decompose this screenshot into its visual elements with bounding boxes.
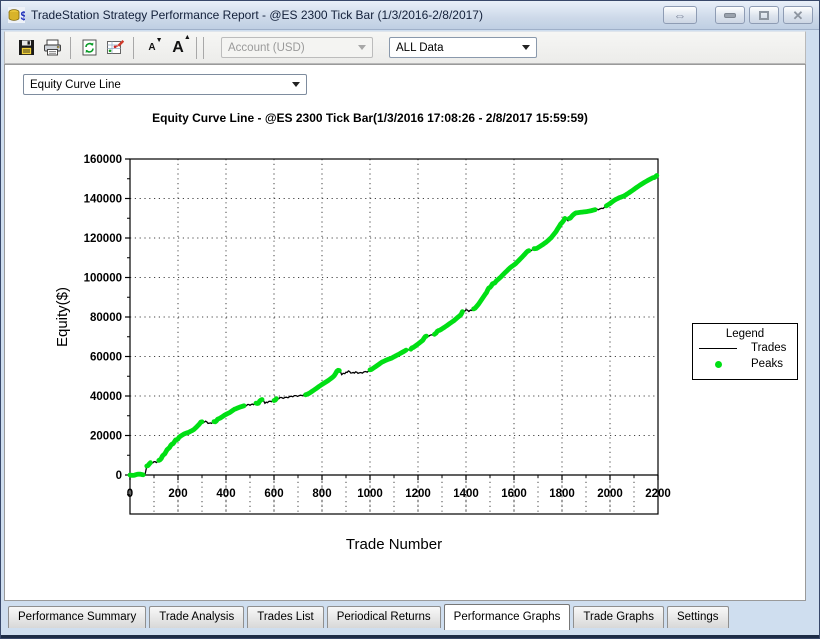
app-icon: $ — [8, 7, 25, 23]
restore-icon — [759, 11, 769, 20]
tab-trade-analysis[interactable]: Trade Analysis — [149, 606, 244, 628]
window-bottom-edge — [1, 635, 819, 638]
minimize-button[interactable] — [715, 6, 745, 24]
legend-title: Legend — [693, 328, 797, 340]
x-tick-label: 2000 — [597, 488, 623, 500]
tab-trade-graphs[interactable]: Trade Graphs — [573, 606, 664, 628]
y-tick-label: 80000 — [90, 312, 122, 324]
x-tick-label: 2200 — [645, 488, 671, 500]
y-tick-label: 40000 — [90, 391, 122, 403]
x-tick-label: 800 — [312, 488, 331, 500]
save-icon — [18, 39, 35, 56]
increase-font-icon: A▲ — [172, 39, 184, 57]
toolbar: A▼ A▲ Account (USD) ALL Data — [4, 31, 806, 64]
increase-font-button[interactable]: A▲ — [165, 36, 191, 60]
close-icon: ✕ — [793, 9, 804, 22]
chart-legend: Legend Trades Peaks — [692, 323, 798, 380]
report-settings-button[interactable] — [102, 36, 128, 60]
data-range-combobox[interactable]: ALL Data — [389, 37, 537, 58]
decrease-font-icon: A▼ — [148, 42, 155, 53]
x-axis-title: Trade Number — [346, 536, 442, 553]
dock-toggle-button[interactable]: ⇔ — [663, 6, 697, 24]
toolbar-separator — [196, 37, 197, 59]
legend-label-trades: Trades — [751, 342, 786, 354]
y-tick-label: 120000 — [84, 233, 122, 245]
chevron-down-icon — [292, 82, 300, 87]
tab-performance-summary[interactable]: Performance Summary — [8, 606, 146, 628]
peaks-markers — [370, 350, 406, 370]
account-combobox[interactable]: Account (USD) — [221, 37, 373, 58]
trades-line-sample — [699, 348, 737, 349]
y-axis-title: Equity($) — [54, 287, 71, 347]
x-tick-label: 200 — [168, 488, 187, 500]
legend-label-peaks: Peaks — [751, 358, 783, 370]
y-tick-label: 20000 — [90, 431, 122, 443]
x-tick-label: 1000 — [357, 488, 383, 500]
peaks-markers — [214, 406, 244, 422]
tab-performance-graphs[interactable]: Performance Graphs — [444, 604, 571, 630]
tab-trades-list[interactable]: Trades List — [247, 606, 323, 628]
minimize-icon — [724, 13, 736, 18]
peaks-markers — [159, 422, 202, 461]
peaks-markers — [274, 399, 276, 401]
peaks-markers — [147, 463, 151, 466]
peaks-markers — [534, 218, 565, 248]
toolbar-separator — [203, 37, 204, 59]
svg-text:$: $ — [21, 9, 26, 23]
peaks-markers — [306, 370, 340, 395]
window-title: TradeStation Strategy Performance Report… — [31, 8, 663, 22]
peaks-markers — [474, 251, 529, 309]
x-tick-label: 600 — [264, 488, 283, 500]
report-settings-icon — [106, 39, 124, 56]
app-window: $ TradeStation Strategy Performance Repo… — [0, 0, 820, 639]
legend-entry-trades: Trades — [693, 340, 797, 356]
toolbar-separator — [70, 37, 71, 59]
x-tick-label: 400 — [216, 488, 235, 500]
y-tick-label: 0 — [116, 470, 122, 482]
peaks-markers — [411, 336, 427, 349]
toolbar-separator — [133, 37, 134, 59]
account-combobox-value: Account (USD) — [228, 42, 305, 54]
trades-line — [130, 176, 657, 476]
peaks-markers — [130, 474, 143, 475]
peaks-markers — [569, 210, 595, 219]
y-tick-label: 140000 — [84, 194, 122, 206]
x-tick-label: 1800 — [549, 488, 575, 500]
chevron-down-icon — [358, 45, 366, 50]
peaks-markers — [606, 176, 657, 206]
title-bar[interactable]: $ TradeStation Strategy Performance Repo… — [1, 1, 819, 30]
peaks-markers — [434, 312, 462, 335]
tab-periodical-returns[interactable]: Periodical Returns — [327, 606, 441, 628]
data-range-combobox-value: ALL Data — [396, 42, 444, 54]
refresh-button[interactable] — [76, 36, 102, 60]
close-button[interactable]: ✕ — [783, 6, 813, 24]
graph-type-combobox-value: Equity Curve Line — [30, 79, 121, 91]
y-tick-label: 160000 — [84, 154, 122, 166]
save-button[interactable] — [13, 36, 39, 60]
report-tabbar: Performance SummaryTrade AnalysisTrades … — [8, 604, 806, 631]
print-button[interactable] — [39, 36, 65, 60]
restore-button[interactable] — [749, 6, 779, 24]
x-tick-label: 1600 — [501, 488, 527, 500]
y-tick-label: 60000 — [90, 352, 122, 364]
x-tick-label: 1400 — [453, 488, 479, 500]
y-tick-label: 100000 — [84, 273, 122, 285]
refresh-icon — [81, 39, 98, 56]
x-tick-label: 1200 — [405, 488, 431, 500]
tab-settings[interactable]: Settings — [667, 606, 729, 628]
chevron-down-icon — [522, 45, 530, 50]
legend-entry-peaks: Peaks — [693, 356, 797, 372]
print-icon — [43, 39, 62, 56]
graph-type-combobox[interactable]: Equity Curve Line — [23, 74, 307, 95]
report-panel: Equity Curve Line Equity Curve Line - @E… — [4, 64, 806, 601]
peaks-dot-sample — [715, 361, 722, 368]
x-tick-label: 0 — [127, 488, 133, 500]
equity-curve-chart: 0 200 400 600 800 1000 1200 1400 1600 1800 2000 220… — [5, 105, 807, 602]
double-horizontal-arrow-icon: ⇔ — [674, 8, 687, 23]
peaks-markers — [256, 400, 262, 404]
decrease-font-button[interactable]: A▼ — [139, 36, 165, 60]
